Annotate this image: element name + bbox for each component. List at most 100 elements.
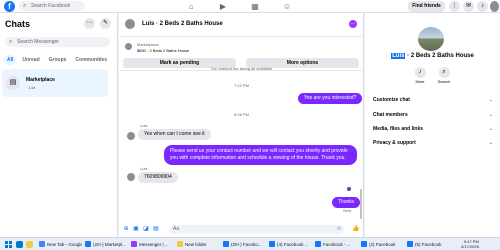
mute-label: Mute [415,79,425,84]
thread-scrollbar[interactable] [360,189,362,219]
chat-info-icon[interactable]: ⋯ [349,20,357,28]
chevron-down-icon: ⌄ [488,140,493,146]
home-icon[interactable]: ⌂ [186,2,196,11]
contact-avatar[interactable] [125,19,135,29]
clock-date: 3/17/2025 [461,244,479,249]
menu-grid-icon[interactable]: ⋮ [449,1,460,12]
filter-tab-groups[interactable]: Groups [46,55,70,65]
facebook-logo-icon[interactable]: f [4,1,15,12]
listing-photo[interactable] [418,27,444,51]
timestamp: 7:22 PM [234,83,249,88]
section-label: Media, files and links [373,126,424,132]
section-customize-chat[interactable]: Customize chat ⌄ [373,97,495,103]
taskbar-item-label: (5) Facebook [415,242,442,247]
listing-category: Marketplace [137,42,159,47]
bell-icon: ♪ [414,67,426,78]
message-composer: ⊕ ▣ ◪ ▤ Aa ☺ 👍 [119,223,364,237]
taskbar-item[interactable]: (20+) Marketpl... [84,240,128,249]
taskbar-item-label: (20+) Marketpl... [93,242,126,247]
conversation-title-rest: · 2 Beds 2 Baths House [405,53,474,59]
sender-avatar[interactable] [127,173,135,181]
outgoing-message[interactable]: Thanks [332,197,361,208]
file-explorer-icon[interactable] [26,241,33,248]
message-sender: Luis [140,123,148,128]
system-clock[interactable]: 9:47 PM 3/17/2025 [461,239,479,249]
conversation-title: Luis · 2 Beds 2 Baths House [365,53,500,59]
image-icon[interactable]: ▣ [133,226,139,232]
filter-tab-all[interactable]: All [4,55,17,65]
messenger-icon[interactable]: ✉ [463,1,474,12]
taskbar-item-label: Messenger | ... [139,242,169,247]
incoming-message[interactable]: 7609809904 [138,172,178,183]
app-icon [39,241,45,247]
new-message-icon[interactable]: ✎ [100,18,111,29]
taskbar-item[interactable]: (5) Facebook [406,240,450,249]
facebook-search-placeholder: Search Facebook [31,3,71,9]
taskbar-item[interactable]: (4) Facebook ... [268,240,312,249]
chat-header: Luis · 2 Beds 2 Baths House ⋯ [119,13,364,37]
chat-panel: Luis · 2 Beds 2 Baths House ⋯ Marketplac… [119,13,364,237]
sent-status: Sent [343,208,352,213]
filter-tab-communities[interactable]: Communities [72,55,110,65]
notifications-bell-icon[interactable]: ♪ [477,1,488,12]
chats-sidebar: Chats ⋯ ✎ ⌕ Search Messenger All Unread … [0,13,118,237]
chats-title: Chats [5,19,31,29]
search-icon: ⌕ [9,39,13,45]
sender-avatar[interactable] [127,132,135,140]
mute-action[interactable]: ♪ Mute [410,67,430,84]
sticker-icon[interactable]: ◪ [143,226,149,232]
groups-icon[interactable]: ☺ [282,2,292,11]
taskbar-item-label: New folder [185,242,207,247]
marketplace-icon[interactable]: ▦ [250,2,260,11]
listing-thumbnail[interactable] [125,43,132,50]
app-icon [85,241,91,247]
taskbar-item[interactable]: (20+) Facebo... [222,240,266,249]
search-label: Search [437,79,451,84]
taskbar-item-label: New Tab - Google [47,242,82,247]
messenger-search-input[interactable]: ⌕ Search Messenger [5,37,110,47]
app-icon [177,241,183,247]
emoji-icon[interactable]: ☺ [336,226,342,232]
selected-name-text: Luis [391,53,406,59]
windows-start-icon[interactable] [5,241,12,248]
listing-description[interactable]: $890 · 2 Beds 2 Baths House [137,48,189,53]
more-options-icon[interactable]: ⋯ [84,18,95,29]
search-action[interactable]: ⌕ Search [434,67,454,84]
facebook-search-input[interactable]: ⌕ Search Facebook [19,1,85,11]
taskbar-item[interactable]: New Tab - Google [38,240,82,249]
search-taskbar-icon[interactable] [16,241,23,248]
taskbar-item-label: Facebook - ... [323,242,351,247]
chevron-down-icon: ⌄ [488,112,493,118]
app-icon [269,241,275,247]
taskbar-item[interactable]: (2) Facebook [360,240,404,249]
taskbar-item[interactable]: Messenger | ... [130,240,174,249]
chat-title[interactable]: Luis · 2 Beds 2 Baths House [142,21,223,27]
section-chat-members[interactable]: Chat members ⌄ [373,112,495,118]
section-privacy-support[interactable]: Privacy & support ⌄ [373,140,495,146]
main-nav-icons: ⌂ ▶ ▦ ☺ [186,2,292,11]
filter-tab-unread[interactable]: Unread [19,55,42,65]
chevron-down-icon: ⌄ [488,126,493,132]
thumbs-up-icon[interactable]: 👍 [352,226,359,232]
chat-filter-tabs: All Unread Groups Communities [4,55,110,65]
conversation-item-marketplace[interactable]: ▤ Marketplace · 14d [2,69,108,97]
incoming-message[interactable]: Yes when can I come see it [138,129,211,140]
add-plus-icon[interactable]: ⊕ [123,226,129,232]
section-media-files-links[interactable]: Media, files and links ⌄ [373,126,495,132]
windows-taskbar: New Tab - Google (20+) Marketpl... Messeng… [0,237,500,250]
video-icon[interactable]: ▶ [218,2,228,11]
outgoing-message[interactable]: Please send us your contact number and w… [164,145,357,165]
messenger-search-placeholder: Search Messenger [17,39,59,45]
gif-icon[interactable]: ▤ [153,226,159,232]
message-thread[interactable]: You marked the listing as available 7:22… [119,66,364,222]
taskbar-item[interactable]: Facebook - ... [314,240,358,249]
find-friends-button[interactable]: Find friends [408,1,445,12]
profile-avatar[interactable] [490,1,499,12]
outgoing-message[interactable]: Yes are you interested? [298,93,363,104]
conversation-time: · 14d [26,85,36,90]
taskbar-item[interactable]: New folder [176,240,220,249]
message-input[interactable]: Aa [169,225,344,234]
system-note: You marked the listing as available [210,66,273,71]
section-label: Customize chat [373,97,410,103]
message-sender: Luis [140,166,148,171]
